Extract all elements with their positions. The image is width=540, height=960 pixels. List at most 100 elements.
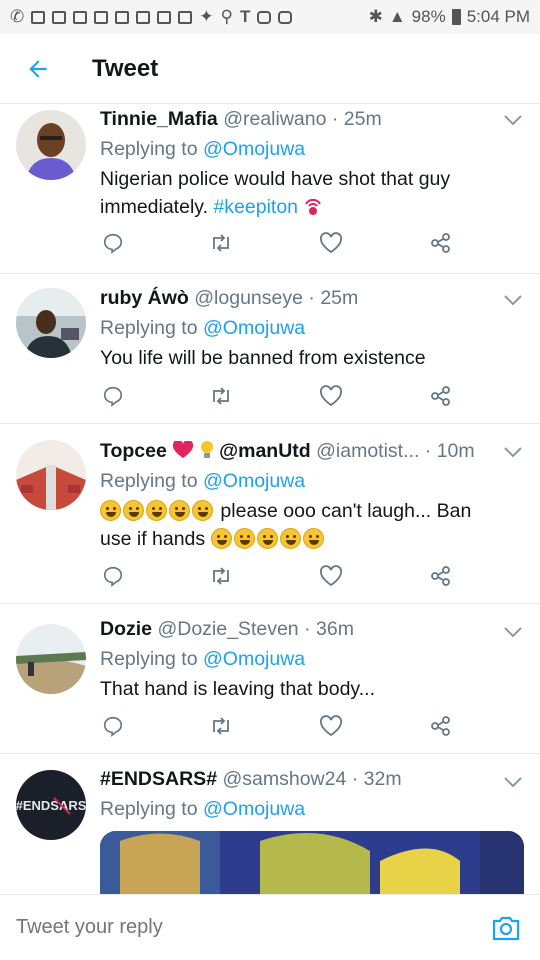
avatar[interactable] <box>16 110 86 180</box>
mention-link[interactable]: @Omojuwa <box>203 470 305 492</box>
replying-label: Replying to <box>100 648 198 670</box>
message-icon <box>94 10 109 24</box>
mention-link[interactable]: @Omojuwa <box>203 138 305 160</box>
like-button[interactable] <box>318 563 344 589</box>
share-button[interactable] <box>428 230 454 256</box>
tweet-time: 10m <box>436 440 475 462</box>
tweet-text: You life will be banned from existence <box>100 347 426 369</box>
user-handle[interactable]: @samshow24 <box>222 768 346 790</box>
tweet-card[interactable]: ruby Áwò @logunseye · 25m Replying to @O… <box>0 274 540 424</box>
tweet-header: Dozie @Dozie_Steven · 36m <box>100 618 354 640</box>
flipboard-icon <box>157 10 172 24</box>
retweet-button[interactable] <box>208 563 234 589</box>
retweet-button[interactable] <box>208 713 234 739</box>
retweet-button[interactable] <box>208 383 234 409</box>
avatar[interactable] <box>16 624 86 694</box>
share-icon <box>431 716 450 736</box>
text-icon: T <box>239 7 251 26</box>
laughing-emoji-icon <box>100 500 121 521</box>
display-name[interactable]: Tinnie_Mafia <box>100 108 218 130</box>
like-button[interactable] <box>318 713 344 739</box>
reply-button[interactable] <box>100 563 126 589</box>
tears-of-joy-emoji-icon <box>302 528 324 549</box>
mention-link[interactable]: @Omojuwa <box>203 317 305 339</box>
heart-icon <box>319 385 343 407</box>
tears-of-joy-emoji-icon <box>256 528 278 549</box>
reply-icon <box>103 386 123 407</box>
reply-composer <box>0 894 540 960</box>
reply-button[interactable] <box>100 383 126 409</box>
retweet-icon <box>213 567 229 585</box>
reply-input[interactable] <box>16 916 490 939</box>
share-icon <box>431 386 450 406</box>
tweet-text: Nigerian police would have shot that guy… <box>100 168 451 218</box>
tweet-card[interactable]: Topcee @manUtd @iamotist... · 10m Replyi… <box>0 424 540 604</box>
back-button[interactable] <box>20 51 56 87</box>
back-arrow-icon <box>29 59 47 78</box>
tweet-card[interactable]: #ENDSARS #ENDSARS# @samshow24 · 32m Repl… <box>0 754 540 894</box>
display-name-suffix[interactable]: @manUtd <box>219 440 311 462</box>
tweet-actions <box>100 230 470 256</box>
tears-of-joy-emoji-icon <box>210 528 232 549</box>
display-name[interactable]: #ENDSARS# <box>100 768 217 790</box>
lightbulb-icon <box>200 441 213 458</box>
like-button[interactable] <box>318 230 344 256</box>
tears-of-joy-emoji-icon <box>233 528 255 549</box>
heart-icon <box>319 565 343 587</box>
avatar[interactable] <box>16 440 86 510</box>
share-button[interactable] <box>428 383 454 409</box>
camera-icon[interactable] <box>490 912 522 944</box>
tweet-actions <box>100 713 470 739</box>
replying-to: Replying to @Omojuwa <box>100 134 524 164</box>
gallery-icon <box>73 10 88 24</box>
email-icon <box>136 10 151 24</box>
user-handle[interactable]: @iamotist... <box>316 440 419 462</box>
hashtag-link[interactable]: #keepiton <box>213 196 298 218</box>
display-name[interactable]: ruby Áwò <box>100 287 189 309</box>
bluetooth-icon: ✱ <box>368 7 383 26</box>
share-icon <box>431 566 450 586</box>
key-icon: ⚲ <box>220 7 233 26</box>
tweet-text: please ooo can't laugh... Ban use if han… <box>100 500 472 550</box>
battery-level: 98% <box>411 7 446 26</box>
tweet-card[interactable]: Tinnie_Mafia @realiwano · 25m Replying t… <box>0 104 540 274</box>
heart-icon <box>319 715 343 737</box>
replying-to: Replying to @Omojuwa <box>100 794 524 824</box>
avatar[interactable]: #ENDSARS <box>16 770 86 840</box>
user-handle[interactable]: @realiwano <box>223 108 326 130</box>
tweet-time: 25m <box>343 108 382 130</box>
share-button[interactable] <box>428 563 454 589</box>
avatar[interactable] <box>16 288 86 358</box>
reply-icon <box>103 233 123 254</box>
instagram-icon <box>257 10 272 24</box>
tweet-actions <box>100 563 470 589</box>
reply-feed[interactable]: Tinnie_Mafia @realiwano · 25m Replying t… <box>0 104 540 894</box>
replying-to: Replying to @Omojuwa <box>100 313 524 343</box>
battery-icon <box>451 9 461 25</box>
clock: 5:04 PM <box>466 7 530 26</box>
replying-to: Replying to @Omojuwa <box>100 644 524 674</box>
tweet-time: 36m <box>316 618 354 640</box>
mention-link[interactable]: @Omojuwa <box>203 798 305 820</box>
display-name[interactable]: Dozie <box>100 618 152 640</box>
retweet-button[interactable] <box>208 230 234 256</box>
like-button[interactable] <box>318 383 344 409</box>
notification-icons: ✆ ✦ ⚲ T <box>10 7 293 27</box>
signal-icon: ▲ <box>388 7 406 26</box>
replying-to: Replying to @Omojuwa <box>100 466 524 496</box>
tweet-media-image[interactable] <box>100 831 524 894</box>
share-button[interactable] <box>428 713 454 739</box>
laughing-emoji-icon <box>146 500 167 521</box>
reply-icon <box>103 566 123 587</box>
reply-button[interactable] <box>100 230 126 256</box>
reply-button[interactable] <box>100 713 126 739</box>
tweet-card[interactable]: Dozie @Dozie_Steven · 36m Replying to @O… <box>0 604 540 754</box>
tweet-header: ruby Áwò @logunseye · 25m <box>100 287 359 309</box>
user-handle[interactable]: @logunseye <box>194 287 303 309</box>
mention-link[interactable]: @Omojuwa <box>203 648 305 670</box>
user-handle[interactable]: @Dozie_Steven <box>157 618 298 640</box>
tweet-time: 32m <box>363 768 402 790</box>
mail-icon <box>31 10 46 24</box>
replying-label: Replying to <box>100 798 198 820</box>
display-name[interactable]: Topcee <box>100 440 167 462</box>
